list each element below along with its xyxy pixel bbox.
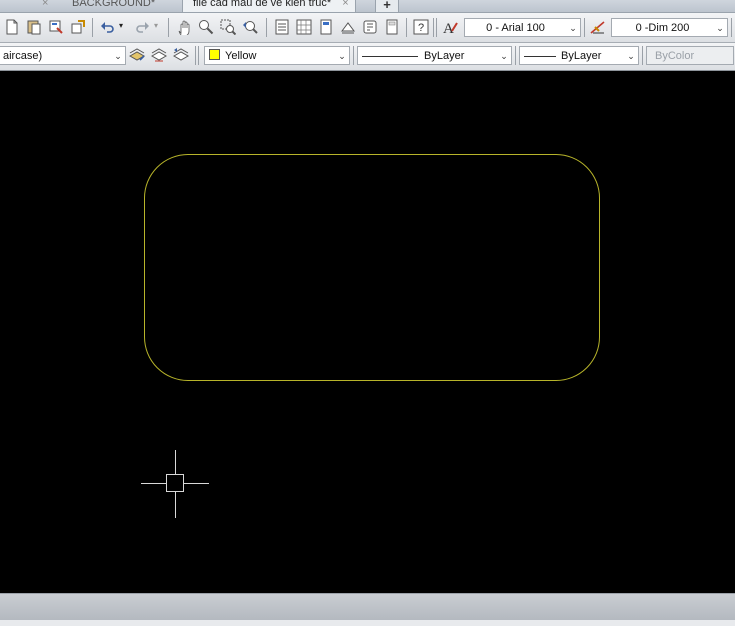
toolbar-separator <box>195 46 196 65</box>
lineweight-value: ByLayer <box>561 50 602 62</box>
help-icon[interactable]: ? <box>413 19 429 35</box>
text-style-select[interactable]: 0 - Arial 100 ⌄ <box>464 18 581 37</box>
layer-name: aircase) <box>3 50 43 62</box>
command-line-bar[interactable] <box>0 593 735 621</box>
toolbar-separator <box>433 18 434 37</box>
chevron-down-icon: ⌄ <box>627 51 635 61</box>
tab-background[interactable]: BACKGROUND* <box>72 0 155 12</box>
toolbar-separator <box>515 46 516 65</box>
design-center-icon[interactable] <box>296 19 312 35</box>
sheet-set-icon[interactable] <box>340 19 356 35</box>
properties-icon[interactable] <box>274 19 290 35</box>
chevron-down-icon: ⌄ <box>716 23 724 33</box>
plotstyle-value: ByColor <box>655 50 695 62</box>
toolbar-separator <box>266 18 267 37</box>
lineweight-select[interactable]: ByLayer ⌄ <box>519 46 639 65</box>
redo-icon[interactable] <box>134 19 150 35</box>
undo-icon[interactable] <box>100 19 116 35</box>
toolbar-separator <box>731 18 732 37</box>
dim-style-select[interactable]: 0 -Dim 200 ⌄ <box>611 18 728 37</box>
new-tab-button[interactable]: + <box>375 0 399 12</box>
new-icon[interactable] <box>4 19 20 35</box>
dim-style-icon[interactable] <box>590 19 606 35</box>
color-value: Yellow <box>225 50 257 62</box>
toolbar-separator <box>198 46 199 65</box>
chevron-down-icon: ⌄ <box>338 51 346 61</box>
undo-dropdown-icon[interactable]: ▾ <box>119 21 123 30</box>
tab-active-drawing[interactable]: file cad mau de ve kien truc* × <box>182 0 356 12</box>
toolbar-separator <box>168 18 169 37</box>
linetype-sample <box>362 56 418 57</box>
text-style-icon[interactable]: A <box>442 19 458 35</box>
tab-background-label: BACKGROUND* <box>72 0 156 9</box>
status-strip <box>0 620 735 626</box>
linetype-value: ByLayer <box>424 50 465 62</box>
close-tab-icon[interactable]: × <box>342 0 348 9</box>
dim-style-value: 0 -Dim 200 <box>635 22 690 34</box>
file-tab-bar: × BACKGROUND* file cad mau de ve kien tr… <box>0 0 735 13</box>
toolbar-separator <box>92 18 93 37</box>
toolbar-separator <box>642 46 643 65</box>
crosshair-cursor-icon <box>141 450 209 518</box>
paste-icon[interactable] <box>26 19 42 35</box>
svg-text:?: ? <box>418 22 424 34</box>
standard-toolbar: ▾ ▾ ? A 0 - Arial 100 ⌄ 0 -Dim 200 ⌄ <box>0 13 735 43</box>
redo-dropdown-icon[interactable]: ▾ <box>154 21 158 30</box>
chevron-down-icon: ⌄ <box>569 23 577 33</box>
tab-active-label: file cad mau de ve kien truc* <box>193 0 332 9</box>
make-current-layer-icon[interactable] <box>129 47 145 63</box>
close-tab-icon[interactable]: × <box>42 0 48 12</box>
chevron-down-icon: ⌄ <box>500 51 508 61</box>
pan-icon[interactable] <box>176 19 192 35</box>
drawing-canvas[interactable] <box>0 71 735 593</box>
text-style-value: 0 - Arial 100 <box>486 22 545 34</box>
tool-palettes-icon[interactable] <box>318 19 334 35</box>
toolbar-separator <box>584 18 585 37</box>
pickbox-icon <box>166 474 184 492</box>
quickcalc-icon[interactable] <box>384 19 400 35</box>
toolbar-separator <box>436 18 437 37</box>
color-select[interactable]: Yellow ⌄ <box>204 46 350 65</box>
layers-properties-toolbar: aircase) ⌄ Yellow ⌄ ByLayer ⌄ ByLayer ⌄ … <box>0 43 735 71</box>
toolbar-separator <box>353 46 354 65</box>
plotstyle-select: ByColor <box>646 46 734 65</box>
zoom-previous-icon[interactable] <box>242 19 258 35</box>
markup-icon[interactable] <box>362 19 378 35</box>
rounded-rectangle-shape[interactable] <box>144 154 600 381</box>
layer-previous-icon[interactable] <box>173 47 189 63</box>
svg-text:A: A <box>443 21 454 35</box>
layer-select[interactable]: aircase) ⌄ <box>0 46 126 65</box>
color-swatch <box>209 49 220 60</box>
toolbar-separator <box>406 18 407 37</box>
match-properties-icon[interactable] <box>48 19 64 35</box>
chevron-down-icon: ⌄ <box>114 51 122 61</box>
linetype-select[interactable]: ByLayer ⌄ <box>357 46 512 65</box>
block-editor-icon[interactable] <box>70 19 86 35</box>
zoom-window-icon[interactable] <box>220 19 236 35</box>
layer-match-icon[interactable] <box>151 47 167 63</box>
lineweight-sample <box>524 56 556 57</box>
zoom-realtime-icon[interactable] <box>198 19 214 35</box>
